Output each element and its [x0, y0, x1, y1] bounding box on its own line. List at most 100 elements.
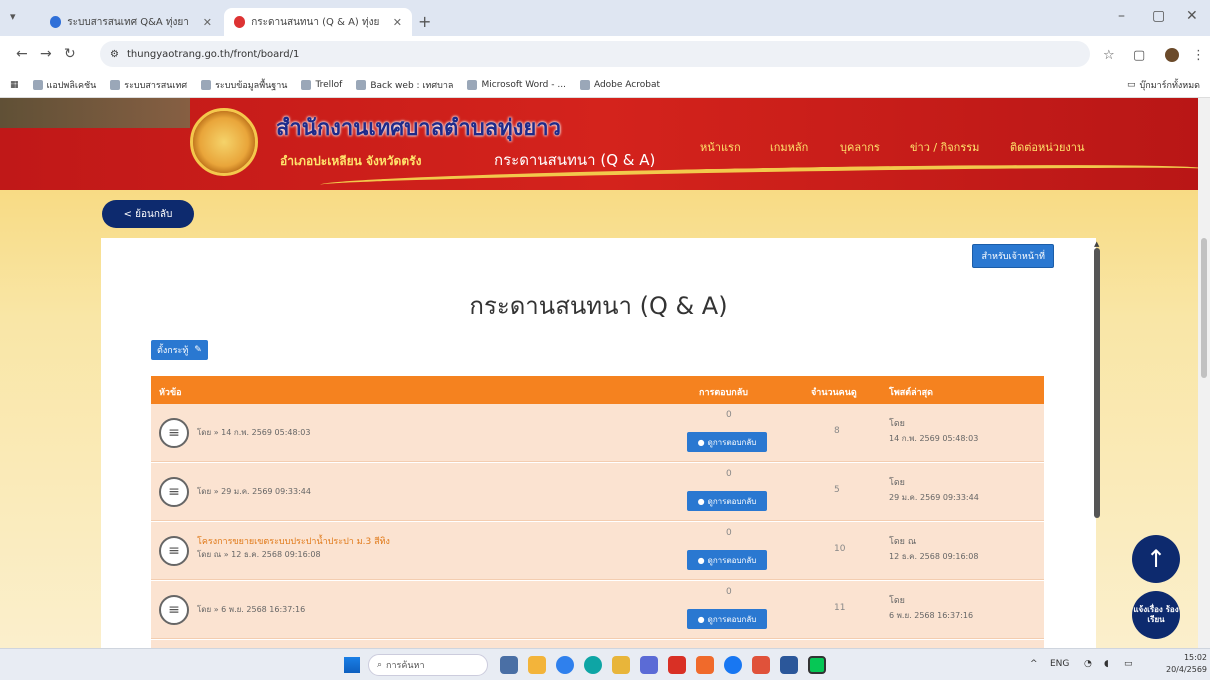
view-replies-button[interactable]: ● ดูการตอบกลับ [687, 432, 767, 452]
facebook-icon[interactable] [724, 656, 742, 674]
search-placeholder: การค้นหา [386, 661, 425, 671]
bookmark-item[interactable]: ระบบสารสนเทศ [110, 78, 187, 92]
minimize-icon[interactable]: – [1118, 8, 1125, 24]
topic-meta[interactable]: โดย » 14 ก.พ. 2569 05:48:03 [197, 426, 310, 439]
taskbar-app-icon[interactable] [696, 656, 714, 674]
input-language[interactable]: ENG [1050, 659, 1069, 669]
view-replies-button[interactable]: ● ดูการตอบกลับ [687, 609, 767, 629]
bookmark-item[interactable]: Adobe Acrobat [579, 79, 660, 90]
clock-time: 15:02 [1183, 653, 1208, 662]
all-bookmarks[interactable]: ▭ บุ๊กมาร์กทั้งหมด [1127, 78, 1200, 92]
bookmark-item[interactable]: แอปพลิเคชัน [32, 78, 96, 92]
menu-kebab-icon[interactable]: ⋮ [1192, 48, 1205, 63]
browser-tab-2[interactable]: กระดานสนทนา (Q & A) ทุ่งยาว ✕ [224, 8, 412, 36]
nav-staff[interactable]: บุคลากร [840, 138, 880, 156]
staff-login-button[interactable]: สำหรับเจ้าหน้าที่ [972, 244, 1054, 268]
scroll-to-top-button[interactable]: ↑ [1132, 535, 1180, 583]
last-post-by: โดย ณ [889, 537, 917, 547]
inner-scroll-up-icon[interactable]: ▲ [1094, 240, 1099, 248]
taskbar-app-icon[interactable] [752, 656, 770, 674]
topic-meta[interactable]: โดย » 29 ม.ค. 2569 09:33:44 [197, 485, 311, 498]
close-tab-icon[interactable]: ✕ [203, 16, 212, 29]
nav-home[interactable]: หน้าแรก [700, 138, 741, 156]
document-icon: ≡ [159, 418, 189, 448]
table-row: ≡ โครงการขยายเขตระบบประปาน้ำประปา ม.3 สี… [151, 522, 1044, 580]
close-tab-icon[interactable]: ✕ [393, 16, 402, 29]
view-replies-button[interactable]: ● ดูการตอบกลับ [687, 550, 767, 570]
profile-avatar[interactable] [1165, 48, 1179, 62]
tab-label: กระดานสนทนา (Q & A) ทุ่งยาว [251, 16, 379, 28]
tab-search-icon[interactable]: ▾ [10, 10, 16, 23]
answer-count: 0 [726, 410, 732, 420]
back-arrow-icon[interactable]: ← [16, 46, 28, 62]
site-info-icon[interactable]: ⚙ [110, 49, 119, 60]
browser-tab-1[interactable]: ระบบสารสนเทศ Q&A ทุ่งยาว ✕ [40, 8, 222, 36]
maximize-icon[interactable]: ▢ [1152, 8, 1165, 24]
complaint-button[interactable]: แจ้งเรื่อง ร้องเรียน [1132, 591, 1180, 639]
reload-icon[interactable]: ↻ [64, 46, 76, 62]
page-scrollbar-thumb[interactable] [1201, 238, 1207, 378]
bookmark-label: Trellof [315, 79, 343, 90]
taskbar-app-icon[interactable] [500, 656, 518, 674]
star-icon[interactable]: ☆ [1103, 48, 1115, 63]
view-count: 8 [834, 426, 840, 436]
new-tab-button[interactable]: + [418, 12, 431, 31]
topic-meta[interactable]: โดย » 6 พ.ย. 2568 16:37:16 [197, 603, 305, 616]
windows-start-icon[interactable] [344, 657, 360, 673]
bookmark-item[interactable]: Trellof [301, 79, 343, 90]
view-replies-button[interactable]: ● ดูการตอบกลับ [687, 491, 767, 511]
bookmark-item[interactable]: ระบบข้อมูลพื้นฐาน [201, 78, 287, 92]
bookmark-icon [110, 79, 121, 90]
page-scrollbar[interactable] [1198, 98, 1210, 648]
table-row: ≡ โดย » 6 พ.ย. 2568 16:37:16 0 ● ดูการตอบ… [151, 581, 1044, 639]
last-post-date: 12 ธ.ค. 2568 09:16:08 [889, 552, 979, 561]
word-icon[interactable] [780, 656, 798, 674]
apps-grid-icon[interactable]: ▦ [10, 80, 19, 90]
bookmark-icon [32, 79, 43, 90]
col-latest: โพสต์ล่าสุด [889, 388, 934, 398]
new-topic-button[interactable]: ตั้งกระทู้ ✎ [151, 340, 208, 360]
line-icon[interactable] [808, 656, 826, 674]
close-window-icon[interactable]: ✕ [1186, 8, 1198, 24]
address-bar[interactable]: ⚙ thungyaotrang.go.th/front/board/1 [100, 41, 1090, 67]
downloads-icon[interactable]: ▢ [1133, 48, 1145, 63]
forward-arrow-icon[interactable]: → [40, 46, 52, 62]
nav-main[interactable]: เกมหลัก [770, 138, 808, 156]
last-post-date: 6 พ.ย. 2568 16:37:16 [889, 611, 974, 620]
last-post-by: โดย [889, 419, 905, 429]
bookmark-item[interactable]: Microsoft Word - ... [467, 79, 566, 90]
chrome-icon[interactable] [556, 656, 574, 674]
browser-toolbar: ← → ↻ ⚙ thungyaotrang.go.th/front/board/… [0, 36, 1210, 72]
battery-icon[interactable]: ▭ [1124, 659, 1133, 669]
nav-news[interactable]: ข่าว / กิจกรรม [910, 138, 979, 156]
taskbar-clock[interactable]: 15:02 20/4/2569 [1166, 652, 1207, 676]
youtube-icon[interactable] [668, 656, 686, 674]
bookmark-icon [201, 79, 212, 90]
bookmark-item[interactable]: Back web : เทศบาล [356, 78, 453, 92]
file-explorer-icon[interactable] [612, 656, 630, 674]
taskbar-app-icon[interactable] [640, 656, 658, 674]
all-bookmarks-label: บุ๊กมาร์กทั้งหมด [1139, 81, 1200, 91]
tray-chevron-icon[interactable]: ^ [1030, 659, 1038, 669]
wifi-icon[interactable]: ◔ [1084, 659, 1092, 669]
topic-title[interactable]: โครงการขยายเขตระบบประปาน้ำประปา ม.3 สีทิ… [197, 534, 390, 548]
edge-icon[interactable] [584, 656, 602, 674]
site-title[interactable]: สำนักงานเทศบาลตำบลทุ่งยาว [276, 110, 561, 145]
site-banner: สำนักงานเทศบาลตำบลทุ่งยาว อำเภอปะเหลียน … [0, 98, 1210, 194]
back-button[interactable]: < ย้อนกลับ [102, 200, 194, 228]
bookmark-icon [467, 79, 478, 90]
inner-scrollbar[interactable] [1094, 248, 1100, 518]
site-favicon-icon [50, 16, 62, 28]
table-row: ≡ โดย » 29 ม.ค. 2569 09:33:44 0 ● ดูการตอ… [151, 463, 1044, 521]
taskbar-app-icon[interactable] [528, 656, 546, 674]
volume-icon[interactable]: ◖ [1104, 659, 1109, 669]
pencil-icon: ✎ [194, 345, 202, 355]
taskbar-search[interactable]: ⌕ การค้นหา [368, 654, 488, 676]
last-post-by: โดย [889, 596, 905, 606]
last-post-date: 14 ก.พ. 2569 05:48:03 [889, 434, 979, 443]
municipality-logo[interactable] [190, 108, 258, 176]
nav-contact[interactable]: ติดต่อหน่วยงาน [1010, 138, 1085, 156]
browser-tab-bar: ▾ ระบบสารสนเทศ Q&A ทุ่งยาว ✕ กระดานสนทนา… [0, 0, 1210, 36]
bookmark-icon [356, 79, 367, 90]
document-icon: ≡ [159, 477, 189, 507]
